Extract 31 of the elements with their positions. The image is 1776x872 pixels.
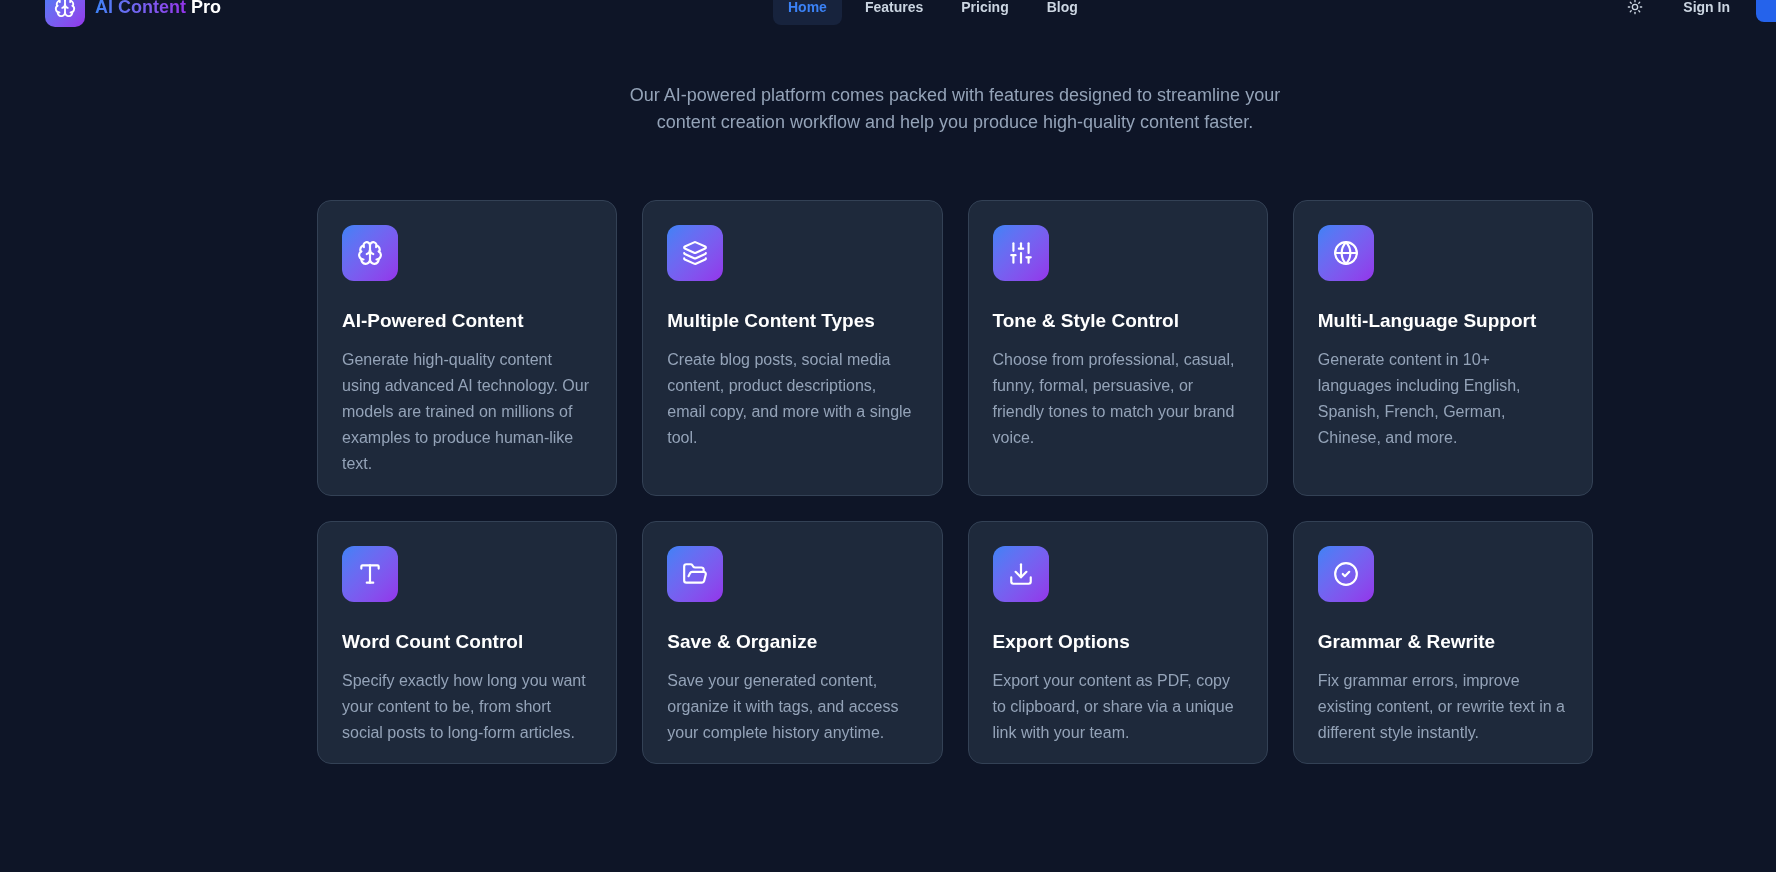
feature-description: Save your generated content, organize it with tags, and access your complete history anytime.: [667, 671, 900, 743]
nav-link[interactable]: Features: [849, 0, 939, 25]
nav-link[interactable]: Blog: [1031, 0, 1093, 25]
sign-in-link[interactable]: Sign In: [1683, 0, 1730, 18]
feature-description: Create blog posts, social media content, product descriptions, email copy, and more with a single tool.: [667, 350, 913, 448]
nav-link[interactable]: Pricing: [946, 0, 1024, 25]
download-icon: [992, 546, 1049, 602]
feature-title: Word Count Control: [342, 630, 525, 654]
feature-description: Generate high-quality content using advanced AI technology. Our models are trained on millions of examples to produce human-like text.: [342, 350, 590, 474]
brain-icon: [342, 225, 398, 281]
feature-title: AI-Powered Content: [342, 309, 525, 333]
feature-description: Generate content in 10+ languages including English, Spanish, French, German, Chinese, and more.: [1317, 350, 1522, 448]
feature-title: Export Options: [992, 630, 1131, 654]
folder-icon: [667, 546, 724, 602]
layers-icon: [667, 225, 724, 281]
feature-title: Save & Organize: [667, 630, 819, 654]
nav-link[interactable]: Home: [773, 0, 842, 25]
action-button[interactable]: [1756, 0, 1776, 22]
globe-icon: [1317, 225, 1374, 281]
feature-title: Grammar & Rewrite: [1317, 630, 1497, 654]
feature-description: Fix grammar errors, improve existing content, or rewrite text in a different style instantly.: [1317, 671, 1566, 743]
sliders-icon: [992, 225, 1049, 281]
feature-title: Multiple Content Types: [667, 309, 876, 333]
theme-toggle-icon[interactable]: [1627, 0, 1644, 15]
feature-description: Specify exactly how long you want your content to be, from short social posts to long-form articles.: [342, 671, 587, 743]
section-subtitle: Our AI-powered platform comes packed with features designed to streamline your content creation workflow and help you produce high-quality content faster.: [628, 84, 1282, 134]
feature-title: Multi-Language Support: [1317, 309, 1538, 333]
text-icon: [342, 546, 398, 602]
feature-description: Export your content as PDF, copy to clipboard, or share via a unique link with your team.: [992, 671, 1235, 743]
feature-description: Choose from professional, casual, funny, formal, persuasive, or friendly tones to match your brand voice.: [992, 350, 1236, 448]
feature-title: Tone & Style Control: [992, 309, 1180, 333]
